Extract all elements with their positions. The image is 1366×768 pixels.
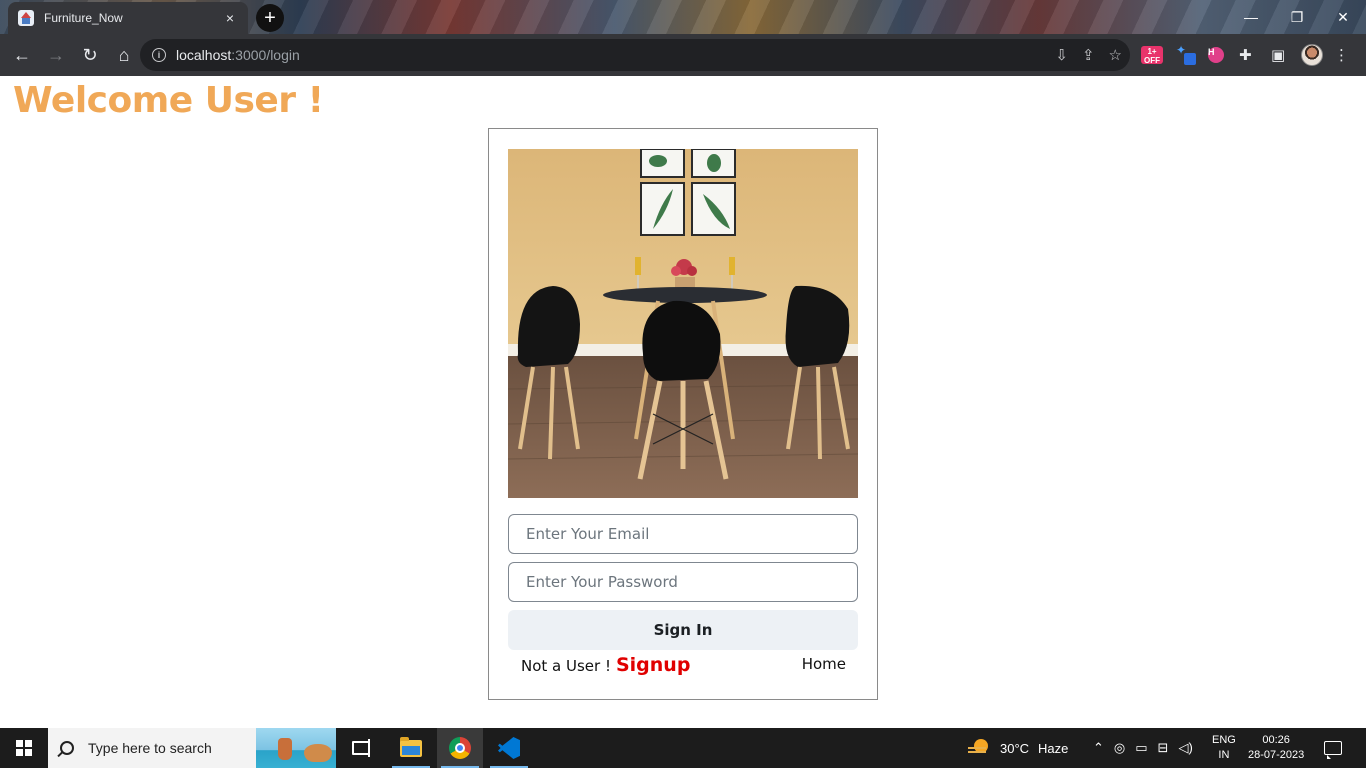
login-card: Enter Your Email Enter Your Password Sig…	[488, 128, 878, 700]
site-info-icon[interactable]: i	[152, 48, 166, 62]
home-icon[interactable]: ⌂	[108, 39, 140, 71]
vscode-icon	[498, 737, 520, 759]
bookmark-star-icon[interactable]: ☆	[1109, 46, 1122, 64]
tab-close-icon[interactable]: ×	[222, 10, 238, 26]
folder-icon	[400, 736, 422, 757]
chrome-menu-icon[interactable]: ⋮	[1334, 42, 1349, 68]
chrome-icon	[449, 737, 471, 759]
search-placeholder: Type here to search	[88, 740, 212, 756]
url-host: localhost	[176, 47, 232, 63]
new-tab-button[interactable]: +	[256, 4, 284, 32]
notification-center-button[interactable]	[1324, 728, 1342, 768]
page-viewport: Welcome User ! Enter Your Email Enter Yo…	[0, 76, 1366, 728]
windows-taskbar: Type here to search 30°C Haze ⌃ ◎ ▭ ⊟ ◁)…	[0, 728, 1366, 768]
vscode-taskbar-button[interactable]	[486, 728, 532, 768]
browser-tab[interactable]: Furniture_Now ×	[8, 2, 248, 34]
sign-in-button[interactable]: Sign In	[508, 610, 858, 650]
site-favicon-icon	[18, 10, 34, 26]
lang-top: ENG	[1212, 734, 1236, 746]
off-badge: 1+ OFF	[1141, 46, 1163, 65]
coupon-extension-icon[interactable]: 1+ OFF	[1141, 42, 1163, 68]
language-indicator[interactable]: ENG IN	[1212, 728, 1236, 768]
signup-link[interactable]: Signup	[616, 654, 690, 676]
clock-date: 28-07-2023	[1248, 749, 1305, 761]
haze-weather-icon	[968, 739, 990, 757]
chevron-up-icon[interactable]: ⌃	[1093, 740, 1104, 756]
back-arrow-icon[interactable]: ←	[6, 39, 38, 71]
minimize-button[interactable]: —	[1228, 0, 1274, 34]
volume-icon[interactable]: ◁)	[1178, 740, 1192, 756]
reload-icon[interactable]: ↻	[74, 39, 106, 71]
weather-desc: Haze	[1038, 740, 1069, 756]
network-icon[interactable]: ⊟	[1158, 740, 1169, 756]
clock[interactable]: 00:26 28-07-2023	[1248, 728, 1304, 768]
share-icon[interactable]: ⇪	[1082, 46, 1095, 64]
home-link[interactable]: Home	[802, 655, 846, 673]
puzzle-extensions-icon[interactable]: ✚	[1239, 42, 1252, 68]
url-path: :3000/login	[231, 47, 300, 63]
blue-extension-icon[interactable]	[1176, 42, 1196, 68]
password-field[interactable]: Enter Your Password	[508, 562, 858, 602]
not-user-text: Not a User !	[521, 657, 611, 675]
email-field[interactable]: Enter Your Email	[508, 514, 858, 554]
forward-arrow-icon[interactable]: →	[40, 39, 72, 71]
weather-temp: 30°C	[1000, 740, 1030, 756]
taskbar-search-box[interactable]: Type here to search	[48, 728, 336, 768]
chrome-taskbar-button[interactable]	[437, 728, 483, 768]
address-bar[interactable]: i localhost :3000/login ⇩ ⇪ ☆	[140, 39, 1130, 71]
pink-extension-icon[interactable]: H	[1208, 42, 1224, 68]
weather-widget[interactable]: 30°C Haze	[968, 728, 1068, 768]
notification-icon	[1324, 741, 1342, 759]
task-view-icon	[352, 739, 370, 757]
search-icon	[60, 741, 74, 755]
close-window-button[interactable]: ✕	[1320, 0, 1366, 34]
signup-prompt: Not a User ! Signup	[521, 654, 690, 676]
welcome-heading: Welcome User !	[13, 80, 324, 121]
tab-title: Furniture_Now	[44, 11, 123, 25]
file-explorer-button[interactable]	[388, 728, 434, 768]
furniture-image	[508, 149, 858, 498]
search-highlight-image	[256, 728, 336, 768]
battery-icon[interactable]: ▭	[1135, 740, 1147, 756]
lang-bottom: IN	[1218, 749, 1230, 761]
clock-time: 00:26	[1262, 734, 1290, 746]
side-panel-icon[interactable]: ▣	[1271, 42, 1285, 68]
meet-now-icon[interactable]: ◎	[1114, 740, 1125, 756]
browser-toolbar: ← → ↻ ⌂ i localhost :3000/login ⇩ ⇪ ☆ 1+…	[0, 34, 1366, 76]
start-button[interactable]	[0, 728, 48, 768]
windows-logo-icon	[16, 740, 32, 756]
profile-avatar[interactable]	[1301, 42, 1323, 68]
task-view-button[interactable]	[338, 728, 384, 768]
pink-badge: H	[1208, 47, 1224, 63]
maximize-button[interactable]: ❐	[1274, 0, 1320, 34]
system-tray: ⌃ ◎ ▭ ⊟ ◁)	[1088, 728, 1198, 768]
install-app-icon[interactable]: ⇩	[1055, 46, 1068, 64]
